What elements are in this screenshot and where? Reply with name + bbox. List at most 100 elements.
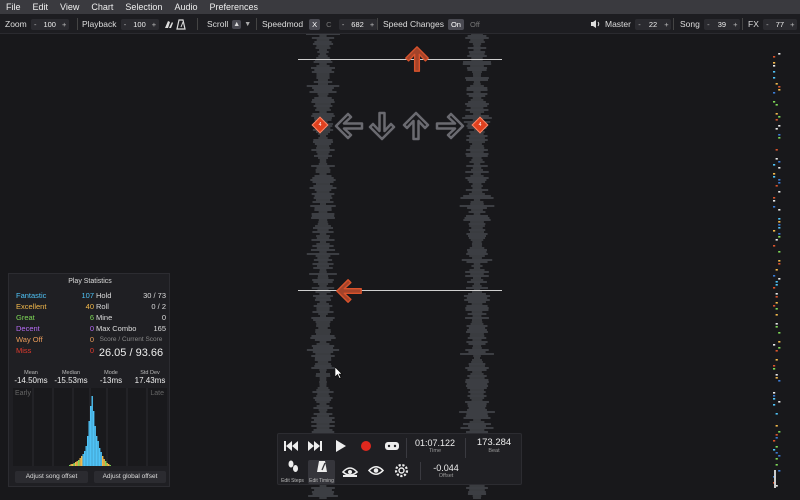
- fx-value[interactable]: 77: [772, 20, 788, 29]
- menu-chart[interactable]: Chart: [85, 0, 119, 14]
- counter-label: Hold: [96, 291, 112, 300]
- measure-line: [298, 59, 502, 60]
- judgment-label: Way Off: [16, 335, 43, 344]
- speaker-icon[interactable]: [590, 19, 601, 29]
- skip-forward-icon[interactable]: [307, 439, 323, 453]
- mine-label: 4: [478, 122, 482, 128]
- master-value[interactable]: 22: [644, 20, 662, 29]
- song-stepper[interactable]: - 39 +: [703, 18, 740, 30]
- edit-timing-button[interactable]: Edit Timing: [308, 460, 335, 484]
- receptor-down-icon: [368, 111, 396, 141]
- counter-row: Hold 30 / 73: [96, 291, 166, 302]
- play-icon[interactable]: [335, 439, 347, 453]
- speedmod-increase-button[interactable]: +: [368, 20, 377, 29]
- eye-icon[interactable]: [368, 464, 384, 477]
- judgment-count: 0: [89, 346, 94, 355]
- menu-edit[interactable]: Edit: [27, 0, 55, 14]
- note-left-arrow[interactable]: [334, 276, 364, 306]
- speedmod-stepper[interactable]: - 682 +: [338, 18, 377, 30]
- scroll-down-icon[interactable]: ▼: [244, 21, 251, 28]
- speed-changes-on-button[interactable]: On: [447, 18, 464, 30]
- song-decrease-button[interactable]: -: [704, 20, 713, 29]
- counter-row: Max Combo 165: [96, 324, 166, 335]
- receptor-right-icon: [435, 112, 465, 140]
- master-stepper[interactable]: - 22 +: [634, 18, 671, 30]
- toolbar-divider: [77, 18, 78, 30]
- settings-gear-icon[interactable]: [394, 463, 409, 478]
- metronome-icon[interactable]: [176, 18, 186, 30]
- menu-preferences[interactable]: Preferences: [203, 0, 264, 14]
- counter-value: 0: [161, 313, 166, 322]
- fx-decrease-button[interactable]: -: [763, 20, 772, 29]
- footsteps-icon: [288, 460, 298, 472]
- song-increase-button[interactable]: +: [731, 20, 740, 29]
- playback-value[interactable]: 100: [130, 20, 150, 29]
- score-label: Score / Current Score: [99, 336, 163, 343]
- judgment-label: Fantastic: [16, 291, 47, 300]
- judgment-row: Fantastic 107: [16, 291, 94, 302]
- counter-value: 30 / 73: [143, 291, 166, 300]
- menu-view[interactable]: View: [54, 0, 85, 14]
- zoom-decrease-button[interactable]: -: [31, 20, 40, 29]
- fx-increase-button[interactable]: +: [788, 20, 797, 29]
- play-statistics-panel: Play Statistics Fantastic 107 Excellent …: [8, 273, 170, 487]
- timing-stat: Std Dev 17.43ms: [130, 370, 170, 385]
- skip-back-icon[interactable]: [283, 439, 299, 453]
- beat-label: Beat: [488, 448, 500, 454]
- minimap-position-indicator[interactable]: [774, 470, 776, 488]
- playback-stepper[interactable]: - 100 +: [120, 18, 159, 30]
- speedmod-decrease-button[interactable]: -: [339, 20, 348, 29]
- note-up-arrow[interactable]: [402, 44, 432, 74]
- toolbar-divider: [377, 18, 378, 30]
- edit-steps-button[interactable]: Edit Steps: [279, 460, 306, 484]
- speedmod-value[interactable]: 682: [348, 20, 368, 29]
- metronome-toggle[interactable]: [176, 14, 186, 34]
- fx-label: FX: [748, 19, 759, 29]
- waveform-right: [459, 34, 495, 499]
- chart-minimap[interactable]: [772, 44, 782, 490]
- gamepad-icon[interactable]: [384, 439, 400, 453]
- speed-changes-control: Speed Changes On Off: [383, 14, 483, 34]
- playback-increase-button[interactable]: +: [150, 20, 159, 29]
- time-display: 01:07.122 Time: [409, 438, 461, 454]
- assist-tick-toggle[interactable]: [163, 14, 174, 34]
- time-label: Time: [428, 448, 442, 454]
- counter-label: Max Combo: [96, 324, 137, 333]
- zoom-value[interactable]: 100: [40, 20, 60, 29]
- timing-stat-value: -13ms: [99, 376, 123, 385]
- speed-changes-off-button[interactable]: Off: [467, 19, 483, 30]
- counter-value: 0 / 2: [151, 302, 166, 311]
- counter-row: Mine 0: [96, 313, 166, 324]
- preview-eye-icon[interactable]: [342, 464, 358, 478]
- counter-label: Roll: [96, 302, 109, 311]
- master-decrease-button[interactable]: -: [635, 20, 644, 29]
- judgment-row: Way Off 0: [16, 335, 94, 346]
- zoom-increase-button[interactable]: +: [60, 20, 69, 29]
- menu-audio[interactable]: Audio: [168, 0, 203, 14]
- judgment-count: 0: [89, 335, 94, 344]
- record-icon[interactable]: [360, 440, 372, 452]
- timing-stat: Mean -14.50ms: [11, 370, 51, 385]
- adjust-global-offset-button[interactable]: Adjust global offset: [94, 471, 166, 483]
- clap-icon[interactable]: [163, 19, 174, 30]
- zoom-stepper[interactable]: - 100 +: [30, 18, 69, 30]
- adjust-song-offset-button[interactable]: Adjust song offset: [15, 471, 88, 483]
- judgment-count: 107: [81, 291, 94, 300]
- playback-decrease-button[interactable]: -: [121, 20, 130, 29]
- scroll-up-icon[interactable]: ▲: [232, 19, 242, 29]
- song-value[interactable]: 39: [713, 20, 731, 29]
- speedmod-c-button[interactable]: C: [323, 19, 334, 30]
- speedmod-label: Speedmod: [262, 19, 304, 29]
- timing-stat-value: 17.43ms: [134, 376, 166, 385]
- fx-stepper[interactable]: - 77 +: [762, 18, 797, 30]
- speedmod-x-button[interactable]: X: [309, 18, 321, 30]
- panel-title: Play Statistics: [68, 278, 112, 285]
- menu-selection[interactable]: Selection: [119, 0, 168, 14]
- offset-value[interactable]: -0.044: [424, 463, 468, 473]
- metronome-icon: [316, 461, 327, 472]
- master-increase-button[interactable]: +: [662, 20, 671, 29]
- master-label: Master: [605, 19, 631, 29]
- timing-stat: Median -15.53ms: [51, 370, 91, 385]
- menu-file[interactable]: File: [0, 0, 27, 14]
- judgment-count: 6: [89, 313, 94, 322]
